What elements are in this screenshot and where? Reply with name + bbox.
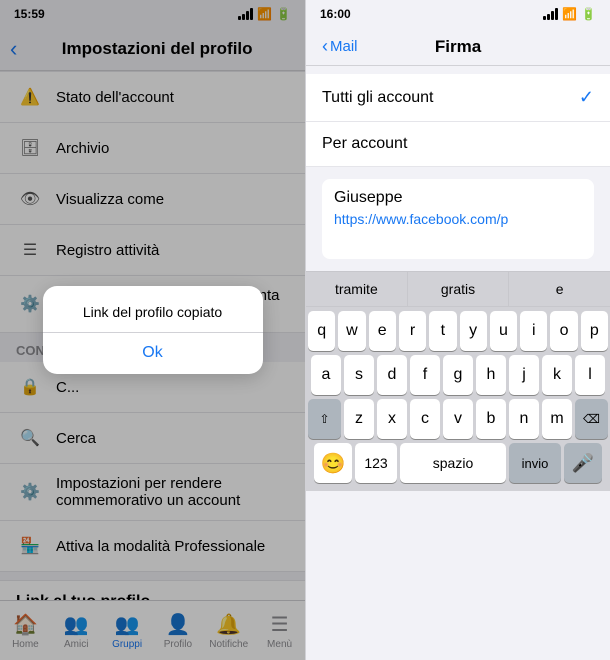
- num-key[interactable]: 123: [355, 443, 397, 483]
- mic-key[interactable]: 🎤: [564, 443, 602, 483]
- key-d[interactable]: d: [377, 355, 407, 395]
- wifi-icon-right: 📶: [562, 7, 577, 21]
- key-x[interactable]: x: [377, 399, 407, 439]
- signature-name: Giuseppe: [334, 189, 582, 207]
- firma-all-accounts-label: Tutti gli account: [322, 89, 579, 107]
- status-icons-right: 📶 🔋: [543, 7, 596, 21]
- emoji-key[interactable]: 😊: [314, 443, 352, 483]
- shift-key[interactable]: ⇧: [308, 399, 341, 439]
- key-n[interactable]: n: [509, 399, 539, 439]
- key-m[interactable]: m: [542, 399, 572, 439]
- key-s[interactable]: s: [344, 355, 374, 395]
- key-w[interactable]: w: [338, 311, 365, 351]
- status-bar-right: 16:00 📶 🔋: [306, 0, 610, 28]
- battery-icon-right: 🔋: [581, 7, 596, 21]
- dialog-overlay: Link del profilo copiato Ok: [0, 0, 305, 660]
- firma-per-account[interactable]: Per account: [306, 122, 610, 167]
- key-z[interactable]: z: [344, 399, 374, 439]
- keyboard-suggestions: tramite gratis e: [306, 271, 610, 307]
- key-q[interactable]: q: [308, 311, 335, 351]
- keyboard-bottom-row: 😊 123 spazio invio 🎤: [308, 443, 608, 483]
- header-right: ‹ Mail Firma: [306, 28, 610, 66]
- firma-per-account-label: Per account: [322, 135, 594, 153]
- suggestion-e[interactable]: e: [509, 272, 610, 306]
- key-j[interactable]: j: [509, 355, 539, 395]
- keyboard-row-2: a s d f g h j k l: [308, 355, 608, 395]
- key-a[interactable]: a: [311, 355, 341, 395]
- chevron-left-icon: ‹: [322, 36, 328, 57]
- key-r[interactable]: r: [399, 311, 426, 351]
- key-e[interactable]: e: [369, 311, 396, 351]
- left-panel: 15:59 📶 🔋 ‹ Impostazioni del profilo ⚠️ …: [0, 0, 305, 660]
- keyboard-row-3: ⇧ z x c v b n m ⌫: [308, 399, 608, 439]
- key-f[interactable]: f: [410, 355, 440, 395]
- firma-list: Tutti gli account ✓ Per account: [306, 74, 610, 167]
- send-key[interactable]: invio: [509, 443, 561, 483]
- backspace-key[interactable]: ⌫: [575, 399, 608, 439]
- key-t[interactable]: t: [429, 311, 456, 351]
- key-u[interactable]: u: [490, 311, 517, 351]
- keyboard-row-1: q w e r t y u i o p: [308, 311, 608, 351]
- dialog-ok-button[interactable]: Ok: [43, 332, 263, 374]
- key-p[interactable]: p: [581, 311, 608, 351]
- key-v[interactable]: v: [443, 399, 473, 439]
- back-button-right[interactable]: ‹ Mail: [322, 36, 358, 57]
- key-i[interactable]: i: [520, 311, 547, 351]
- key-g[interactable]: g: [443, 355, 473, 395]
- dialog-message: Link del profilo copiato: [43, 286, 263, 332]
- key-c[interactable]: c: [410, 399, 440, 439]
- key-h[interactable]: h: [476, 355, 506, 395]
- back-label-right: Mail: [330, 38, 358, 55]
- signature-box[interactable]: Giuseppe https://www.facebook.com/p: [322, 179, 594, 259]
- key-o[interactable]: o: [550, 311, 577, 351]
- page-title-right: Firma: [435, 37, 481, 57]
- signature-link: https://www.facebook.com/p: [334, 211, 582, 227]
- right-panel: 16:00 📶 🔋 ‹ Mail Firma Tutti gli account…: [305, 0, 610, 660]
- keyboard: q w e r t y u i o p a s d f g h j k l ⇧ …: [306, 307, 610, 491]
- time-right: 16:00: [320, 7, 351, 21]
- suggestion-tramite[interactable]: tramite: [306, 272, 408, 306]
- key-b[interactable]: b: [476, 399, 506, 439]
- suggestion-gratis[interactable]: gratis: [408, 272, 510, 306]
- space-key[interactable]: spazio: [400, 443, 506, 483]
- key-y[interactable]: y: [460, 311, 487, 351]
- key-l[interactable]: l: [575, 355, 605, 395]
- checkmark-icon: ✓: [579, 87, 594, 108]
- signal-icon-right: [543, 8, 558, 20]
- key-k[interactable]: k: [542, 355, 572, 395]
- firma-all-accounts[interactable]: Tutti gli account ✓: [306, 74, 610, 122]
- dialog-box: Link del profilo copiato Ok: [43, 286, 263, 375]
